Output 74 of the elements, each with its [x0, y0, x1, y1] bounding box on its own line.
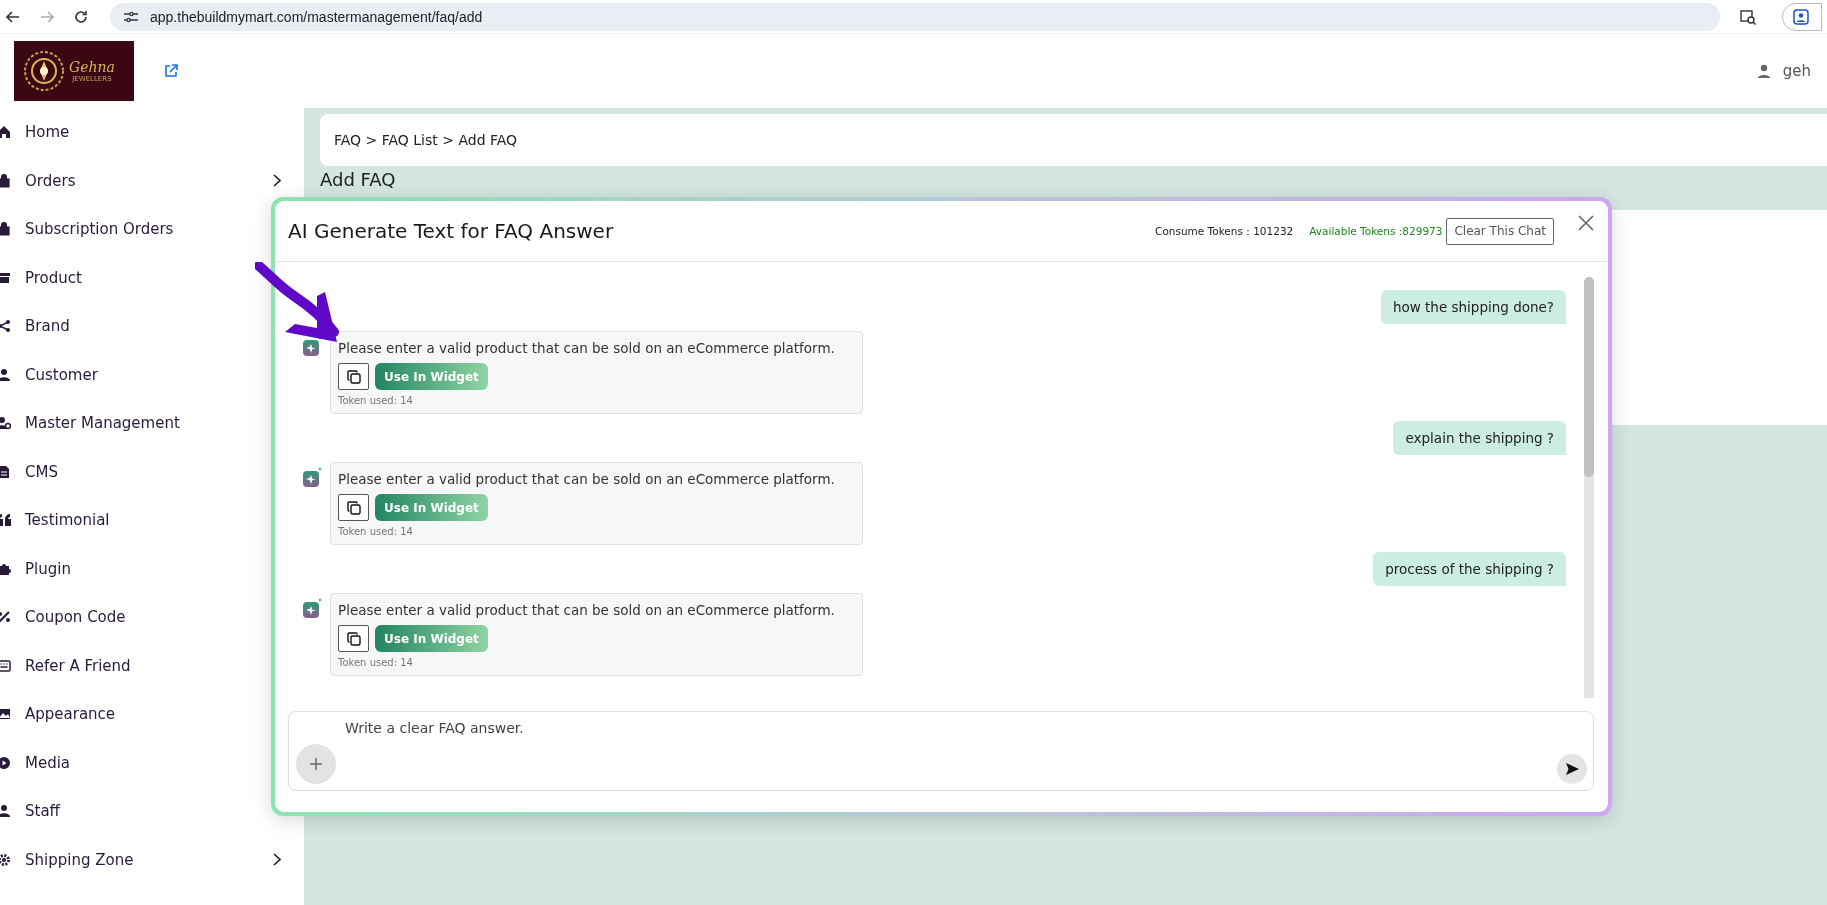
- modal-title: AI Generate Text for FAQ Answer: [288, 219, 614, 243]
- sidebar-item[interactable]: Refer A Friend: [0, 651, 137, 680]
- copy-icon: [346, 631, 361, 646]
- sidebar-item[interactable]: Product: [0, 263, 88, 292]
- token-count: Token used: 14: [338, 395, 414, 406]
- user-gear-icon: [0, 416, 11, 430]
- copy-button[interactable]: [338, 494, 369, 521]
- sidebar-item[interactable]: Customer: [0, 360, 104, 389]
- quote-icon: [0, 513, 11, 527]
- reload-icon[interactable]: [74, 9, 88, 24]
- available-tokens: Available Tokens :829973: [1309, 225, 1443, 237]
- image-icon: [0, 707, 11, 721]
- bot-message: Please enter a valid product that can be sold on an eCommerce platform.: [338, 471, 836, 487]
- send-icon: [1565, 763, 1579, 775]
- profile-icon[interactable]: [1793, 8, 1809, 25]
- breadcrumb[interactable]: FAQ > FAQ List > Add FAQ: [334, 132, 518, 148]
- box-icon: [0, 270, 11, 285]
- user-message: explain the shipping ?: [1393, 421, 1566, 455]
- play-icon: [0, 755, 11, 770]
- user-message: process of the shipping ?: [1373, 552, 1566, 586]
- sidebar-item[interactable]: Subscription Orders: [0, 215, 180, 243]
- url-text: app.thebuildmymart.com/mastermanagement/faq/add: [150, 8, 483, 25]
- sidebar-item[interactable]: Testimonial: [0, 506, 116, 534]
- page-title: Add FAQ: [320, 168, 397, 192]
- bag-icon: [0, 173, 11, 188]
- sidebar-item[interactable]: Home: [0, 118, 76, 146]
- home-icon: [0, 125, 11, 139]
- sidebar-item[interactable]: CMS: [0, 457, 64, 486]
- plus-icon: [309, 757, 323, 771]
- back-icon[interactable]: [6, 9, 20, 24]
- sidebar-item[interactable]: Appearance: [0, 700, 122, 728]
- sidebar-item[interactable]: Staff: [0, 797, 66, 825]
- share-icon: [0, 319, 11, 333]
- copy-icon: [346, 369, 361, 384]
- sidebar-item[interactable]: Plugin: [0, 554, 77, 583]
- user-message: how the shipping done?: [1380, 290, 1566, 324]
- sparkle-avatar-icon: [302, 466, 324, 488]
- copy-icon: [346, 500, 361, 515]
- copy-button[interactable]: [338, 625, 369, 652]
- keyboard-icon: [0, 658, 11, 673]
- sidebar-item[interactable]: Coupon Code: [0, 603, 132, 631]
- scrollbar-thumb[interactable]: [1584, 277, 1594, 477]
- logo-name: Gehna: [69, 59, 115, 75]
- gear-icon: [0, 852, 11, 867]
- bag-icon: [0, 222, 11, 236]
- scrollbar[interactable]: [1584, 277, 1594, 698]
- sidebar-item[interactable]: Media: [0, 748, 77, 777]
- token-count: Token used: 14: [338, 657, 414, 668]
- bot-message: Please enter a valid product that can be sold on an eCommerce platform.: [338, 340, 836, 356]
- person-icon: [0, 367, 11, 382]
- bot-message: Please enter a valid product that can be sold on an eCommerce platform.: [338, 602, 836, 618]
- user-name[interactable]: geh: [1782, 62, 1811, 80]
- lens-icon[interactable]: [1740, 8, 1756, 25]
- sidebar-item[interactable]: Shipping Zone: [0, 845, 287, 874]
- mandala-icon: [22, 49, 66, 93]
- close-icon[interactable]: [1578, 215, 1594, 231]
- person-icon: [0, 804, 11, 818]
- clear-chat-button[interactable]: Clear This Chat: [1446, 217, 1554, 245]
- chevron-icon: [273, 853, 281, 866]
- external-link-icon[interactable]: [164, 64, 178, 78]
- sparkle-avatar-icon: [302, 597, 324, 619]
- user-icon[interactable]: [1756, 64, 1771, 78]
- consume-tokens: Consume Tokens : 101232: [1155, 225, 1294, 237]
- message-input[interactable]: Write a clear FAQ answer.: [288, 711, 1594, 791]
- tune-icon[interactable]: [124, 10, 138, 23]
- sidebar-item[interactable]: Brand: [0, 312, 76, 340]
- copy-button[interactable]: [338, 363, 369, 390]
- puzzle-icon: [0, 561, 11, 576]
- sidebar-item[interactable]: Orders: [0, 166, 287, 195]
- address-bar[interactable]: app.thebuildmymart.com/mastermanagement/faq/add: [110, 2, 1720, 31]
- token-count: Token used: 14: [338, 526, 414, 537]
- chevron-icon: [273, 174, 281, 187]
- sidebar-item[interactable]: Master Management: [0, 409, 186, 437]
- document-icon: [0, 464, 11, 479]
